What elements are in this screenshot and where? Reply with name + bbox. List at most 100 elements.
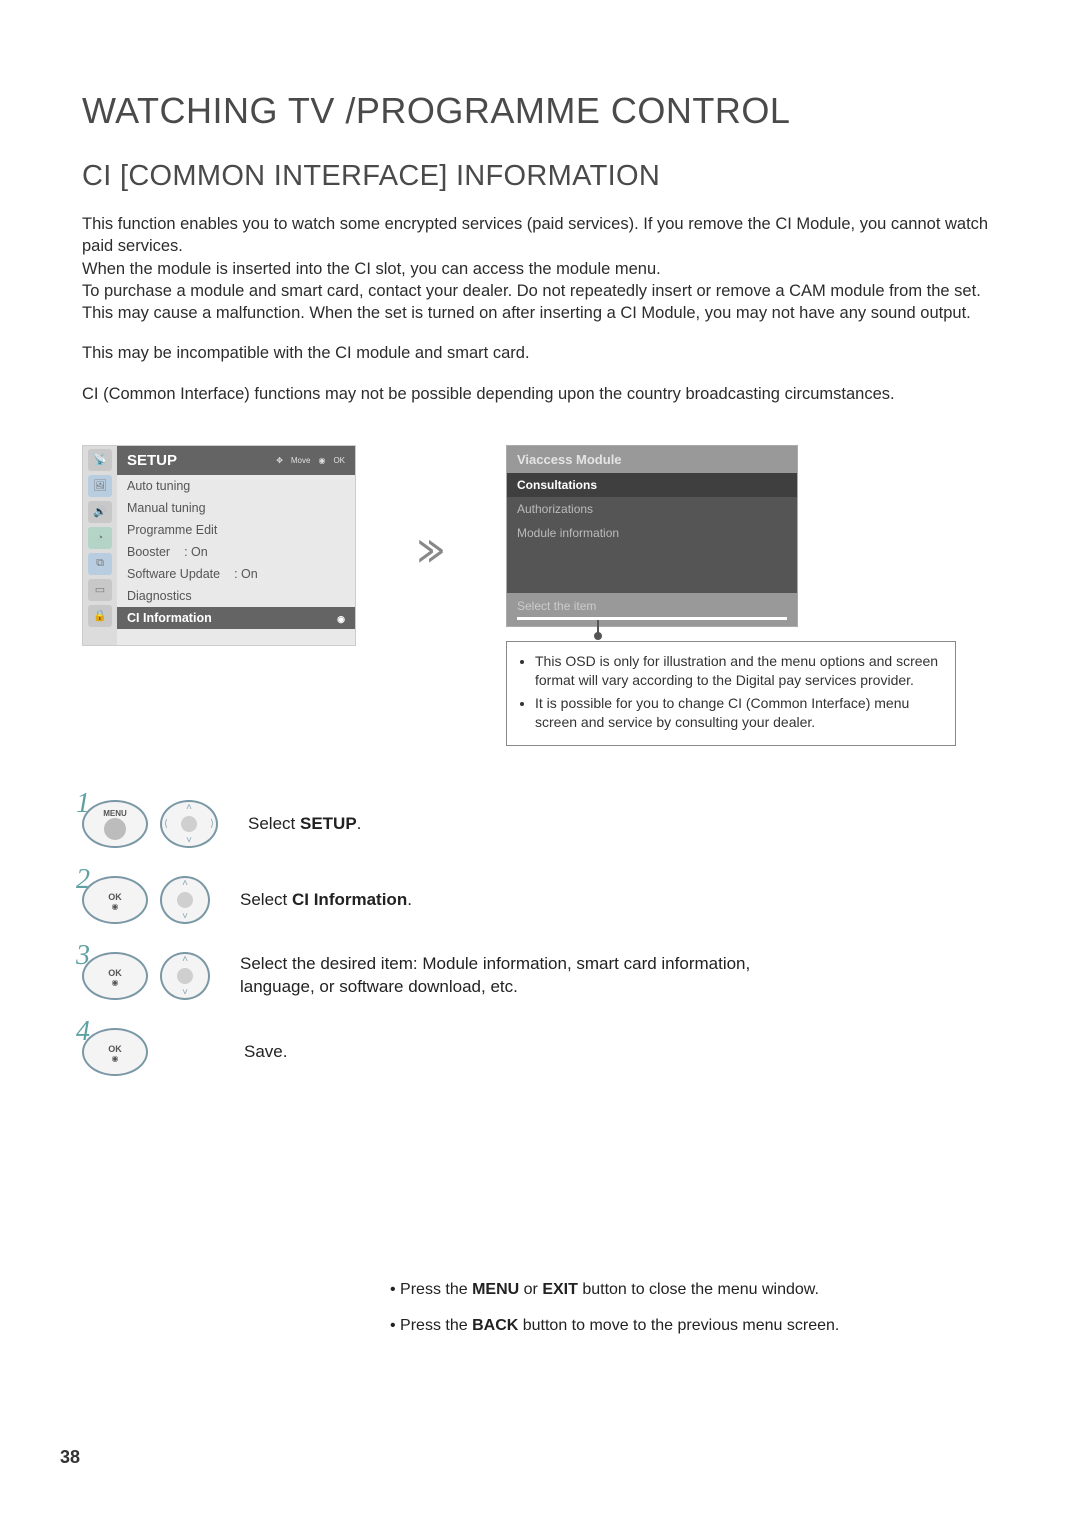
- chevron-right-icon: ⟩: [210, 819, 214, 830]
- move-label: Move: [291, 456, 311, 465]
- selected-dot-icon: [337, 611, 345, 625]
- compat-text: This may be incompatible with the CI mod…: [82, 342, 1010, 364]
- menu-item-label: Auto tuning: [127, 479, 190, 493]
- menu-item-auto-tuning[interactable]: Auto tuning: [117, 475, 355, 497]
- menu-item-booster[interactable]: Booster : On: [117, 541, 355, 563]
- viaccess-row-consultations[interactable]: Consultations: [507, 473, 797, 497]
- osd-note-box: This OSD is only for illustration and th…: [506, 641, 956, 747]
- menu-icon-audio: 🔊: [88, 501, 112, 523]
- menu-header: SETUP ✥ Move ◉ OK: [117, 446, 355, 475]
- text: .: [357, 814, 362, 833]
- text-bold: MENU: [472, 1281, 519, 1298]
- intro-line1: This function enables you to watch some …: [82, 215, 988, 255]
- menu-icon-time: ◔: [88, 527, 112, 549]
- step-3: 3 OK ◉ ˄ ˅ Select the desired item: Modu…: [82, 952, 1010, 1000]
- ci-note-text: CI (Common Interface) functions may not …: [82, 383, 1010, 405]
- ok-button-label: OK: [108, 1044, 122, 1054]
- ok-button-label: OK: [108, 892, 122, 902]
- menu-icon-picture: 🖼: [88, 475, 112, 497]
- ok-dot-icon: ◉: [112, 978, 119, 987]
- remote-menu-button[interactable]: MENU: [82, 800, 148, 848]
- step-4: 4 OK ◉ Save.: [82, 1028, 1010, 1076]
- chevron-up-icon: ˄: [182, 954, 188, 965]
- illustration-row: 📡 🖼 🔊 ◔ ⧉ ▭ 🔒 SETUP ✥ Move ◉ OK: [82, 445, 1010, 747]
- manual-page: WATCHING TV /PROGRAMME CONTROL CI [COMMO…: [0, 0, 1080, 1528]
- menu-icon-option: ⧉: [88, 553, 112, 575]
- chevron-down-icon: ˅: [182, 987, 188, 998]
- page-number: 38: [60, 1447, 80, 1468]
- page-title: WATCHING TV /PROGRAMME CONTROL: [82, 90, 1010, 132]
- footer-line-2: • Press the BACK button to move to the p…: [390, 1317, 839, 1335]
- step-number: 4: [76, 1016, 90, 1048]
- menu-item-label: Booster: [127, 545, 170, 559]
- step-2-text: Select CI Information.: [240, 890, 412, 910]
- double-chevron-right-icon: ≫: [417, 527, 444, 574]
- dpad-center-icon: [177, 968, 193, 984]
- menu-list-column: SETUP ✥ Move ◉ OK Auto tuning Manual tun…: [117, 446, 355, 645]
- ok-dot-icon: ◉: [112, 902, 119, 911]
- menu-item-programme-edit[interactable]: Programme Edit: [117, 519, 355, 541]
- intro-line3: To purchase a module and smart card, con…: [82, 282, 981, 322]
- menu-item-value: : On: [234, 567, 258, 581]
- viaccess-row-module-info[interactable]: Module information: [507, 521, 797, 545]
- step-1: 1 MENU ˄ ˅ ⟨ ⟩ Select SETUP.: [82, 800, 1010, 848]
- step-number: 1: [76, 788, 90, 820]
- footer-notes: • Press the MENU or EXIT button to close…: [390, 1281, 839, 1353]
- menu-item-label: Diagnostics: [127, 589, 192, 603]
- pointer-icon: [597, 620, 599, 636]
- menu-item-label: Software Update: [127, 567, 220, 581]
- menu-item-ci-information[interactable]: CI Information: [117, 607, 355, 629]
- step-number: 2: [76, 864, 90, 896]
- viaccess-progress-line: [517, 617, 787, 620]
- text: or: [519, 1281, 542, 1298]
- text: Select: [240, 890, 292, 909]
- ok-label: OK: [333, 456, 345, 465]
- viaccess-hint: Select the item: [507, 593, 797, 617]
- menu-icon-dish: 📡: [88, 449, 112, 471]
- remote-dpad-vert[interactable]: ˄ ˅: [160, 876, 210, 924]
- step-number: 3: [76, 940, 90, 972]
- menu-item-label: Manual tuning: [127, 501, 206, 515]
- text: Select: [248, 814, 300, 833]
- ok-button-label: OK: [108, 968, 122, 978]
- step-3-text: Select the desired item: Module informat…: [240, 953, 760, 999]
- intro-line2: When the module is inserted into the CI …: [82, 260, 661, 278]
- menu-item-diagnostics[interactable]: Diagnostics: [117, 585, 355, 607]
- text: • Press the: [390, 1317, 472, 1334]
- steps-list: 1 MENU ˄ ˅ ⟨ ⟩ Select SETUP. 2 OK ◉: [82, 800, 1010, 1076]
- viaccess-body-area: [507, 545, 797, 593]
- text-bold: EXIT: [542, 1281, 578, 1298]
- move-icon: ✥: [276, 456, 283, 465]
- viaccess-module-panel: Viaccess Module Consultations Authorizat…: [506, 445, 798, 627]
- setup-menu-panel: 📡 🖼 🔊 ◔ ⧉ ▭ 🔒 SETUP ✥ Move ◉ OK: [82, 445, 356, 646]
- menu-nav-hint: ✥ Move ◉ OK: [276, 456, 345, 465]
- chevron-up-icon: ˄: [182, 878, 188, 889]
- remote-dpad-vert[interactable]: ˄ ˅: [160, 952, 210, 1000]
- menu-item-manual-tuning[interactable]: Manual tuning: [117, 497, 355, 519]
- osd-note-1: This OSD is only for illustration and th…: [535, 652, 941, 690]
- text-bold: BACK: [472, 1317, 518, 1334]
- viaccess-row-authorizations[interactable]: Authorizations: [507, 497, 797, 521]
- remote-dpad[interactable]: ˄ ˅ ⟨ ⟩: [160, 800, 218, 848]
- menu-item-value: : On: [184, 545, 208, 559]
- menu-item-label: Programme Edit: [127, 523, 217, 537]
- menu-item-software-update[interactable]: Software Update : On: [117, 563, 355, 585]
- remote-ok-button[interactable]: OK ◉: [82, 1028, 148, 1076]
- remote-ok-button[interactable]: OK ◉: [82, 952, 148, 1000]
- chevron-down-icon: ˅: [186, 835, 192, 846]
- footer-line-1: • Press the MENU or EXIT button to close…: [390, 1281, 839, 1299]
- viaccess-column: Viaccess Module Consultations Authorizat…: [506, 445, 956, 747]
- chevron-down-icon: ˅: [182, 911, 188, 922]
- text: • Press the: [390, 1281, 472, 1298]
- viaccess-title: Viaccess Module: [507, 446, 797, 473]
- menu-item-label: CI Information: [127, 611, 212, 625]
- chevron-left-icon: ⟨: [164, 819, 168, 830]
- menu-spacer: [117, 629, 355, 645]
- section-heading: CI [COMMON INTERFACE] INFORMATION: [82, 160, 1010, 193]
- remote-ok-button[interactable]: OK ◉: [82, 876, 148, 924]
- text: .: [407, 890, 412, 909]
- intro-text: This function enables you to watch some …: [82, 213, 1010, 324]
- chevron-up-icon: ˄: [186, 802, 192, 813]
- menu-icon-lock: 🔒: [88, 605, 112, 627]
- circle-icon: [104, 818, 126, 840]
